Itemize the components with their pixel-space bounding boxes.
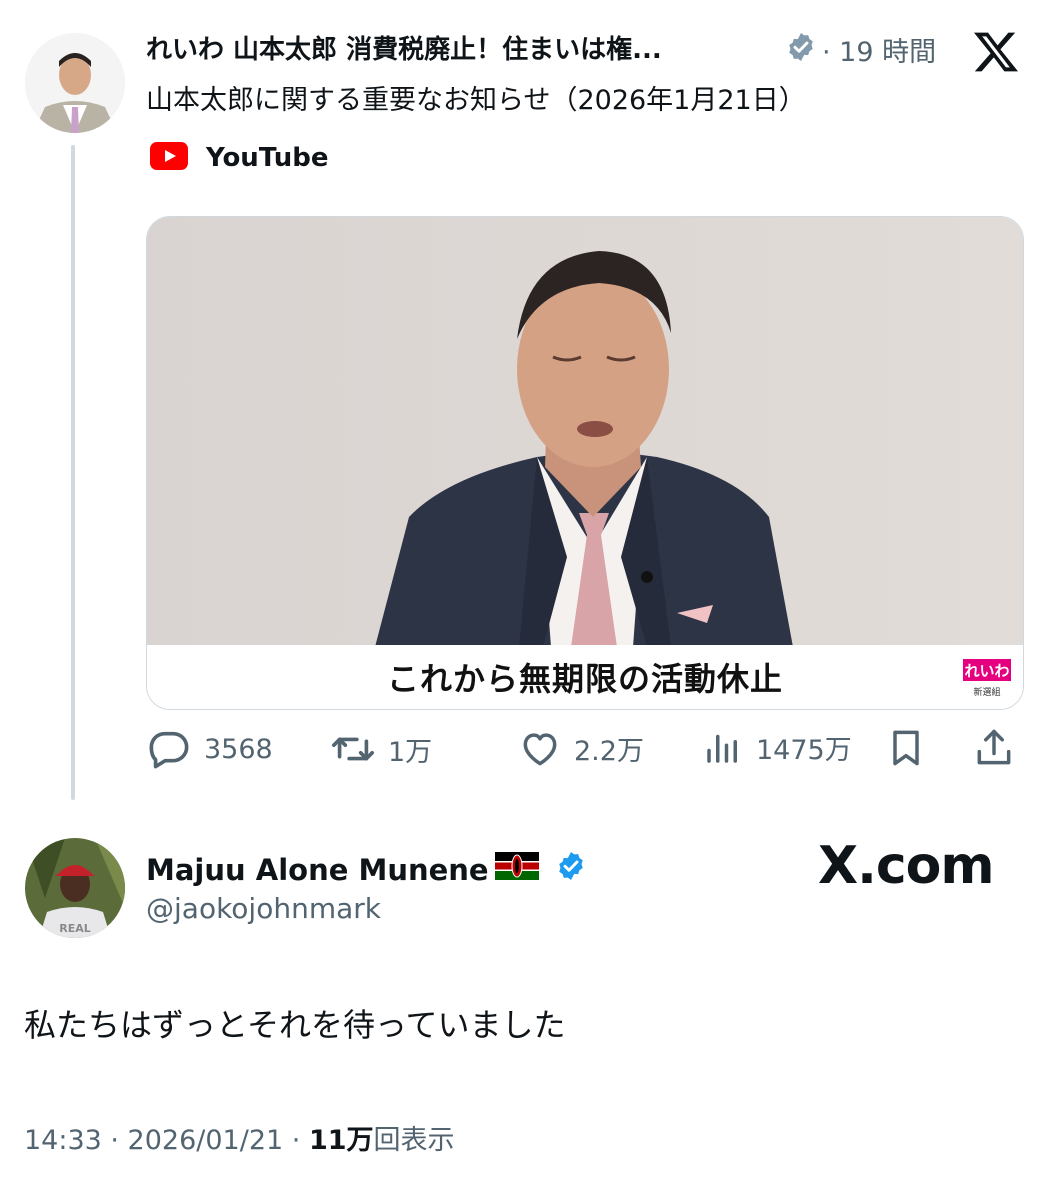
link-source-row[interactable]: YouTube xyxy=(150,142,328,174)
post-time[interactable]: · 19 時間 xyxy=(822,30,936,69)
reply-views-suffix: 回表示 xyxy=(373,1125,455,1156)
repost-count: 1万 xyxy=(388,736,433,768)
reiwa-logo: れいわ 新選組 xyxy=(959,657,1015,703)
video-caption-band: これから無期限の活動休止 xyxy=(147,645,1023,709)
post-author-name[interactable]: れいわ 山本太郎 消費税廃止！住まいは権... xyxy=(146,29,662,66)
verified-badge-icon xyxy=(785,31,817,67)
video-caption: これから無期限の活動休止 xyxy=(386,660,783,698)
svg-text:新選組: 新選組 xyxy=(973,686,1000,698)
post-author-avatar[interactable] xyxy=(25,33,125,133)
kenya-flag-icon xyxy=(494,852,539,887)
views-button[interactable]: 1475万 xyxy=(702,726,852,768)
share-icon xyxy=(972,726,1016,770)
reply-views-count: 11万 xyxy=(308,1125,374,1156)
reply-icon xyxy=(146,726,192,772)
svg-text:REAL: REAL xyxy=(59,922,91,935)
like-icon xyxy=(518,726,562,770)
share-button[interactable] xyxy=(972,726,1016,770)
reply-timestamp[interactable]: 14:33 · 2026/01/21 · xyxy=(24,1125,309,1156)
reply-text: 私たちはずっとそれを待っていました xyxy=(24,1006,566,1044)
video-card[interactable]: これから無期限の活動休止 れいわ 新選組 xyxy=(146,216,1024,710)
post-action-bar: 3568 1万 2.2万 1475万 xyxy=(146,726,1026,780)
bookmark-icon xyxy=(884,726,928,770)
reply-author-avatar[interactable]: REAL xyxy=(25,838,125,938)
views-icon xyxy=(702,726,744,768)
thread-connector-line xyxy=(71,145,75,800)
video-thumbnail xyxy=(147,217,1023,647)
svg-text:れいわ: れいわ xyxy=(964,662,1009,680)
reply-author-name-row[interactable]: Majuu Alone Munene xyxy=(146,850,587,889)
like-button[interactable]: 2.2万 xyxy=(518,726,644,770)
youtube-icon xyxy=(150,142,188,174)
verified-badge-icon xyxy=(555,850,587,889)
reply-count: 3568 xyxy=(204,733,273,765)
repost-icon xyxy=(330,726,376,772)
reply-footer: 14:33 · 2026/01/21 · 11万回表示 xyxy=(24,1118,455,1157)
repost-button[interactable]: 1万 xyxy=(330,726,432,772)
reply-button[interactable]: 3568 xyxy=(146,726,273,772)
post-text: 山本太郎に関する重要なお知らせ（2026年1月21日） xyxy=(146,85,806,116)
bookmark-button[interactable] xyxy=(884,726,928,770)
link-source-label: YouTube xyxy=(206,143,329,173)
x-logo-icon[interactable] xyxy=(972,28,1020,80)
reply-author-handle[interactable]: @jaokojohnmark xyxy=(146,892,381,925)
like-count: 2.2万 xyxy=(574,735,644,767)
xcom-watermark: X.com xyxy=(818,836,995,896)
view-count: 1475万 xyxy=(756,734,852,766)
reply-author-name: Majuu Alone Munene xyxy=(146,852,489,887)
